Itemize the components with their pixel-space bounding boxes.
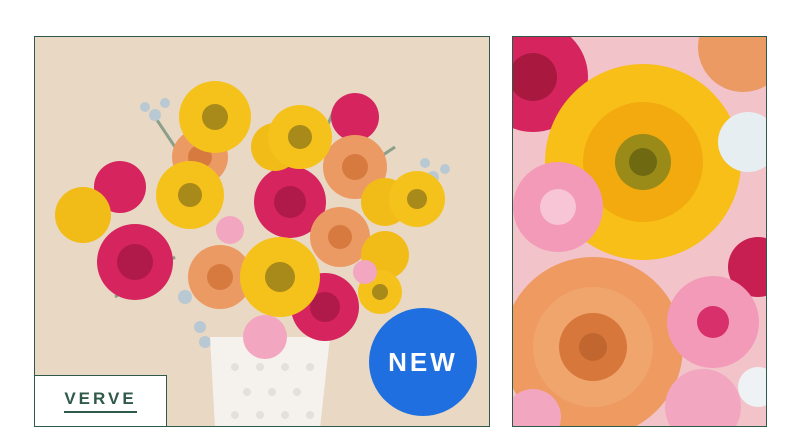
product-detail-image[interactable]	[512, 36, 767, 427]
new-badge: NEW	[369, 308, 477, 416]
collection-label-text: VERVE	[64, 389, 137, 413]
collection-label: VERVE	[34, 375, 167, 427]
flower-closeup-photo-icon	[513, 37, 766, 426]
